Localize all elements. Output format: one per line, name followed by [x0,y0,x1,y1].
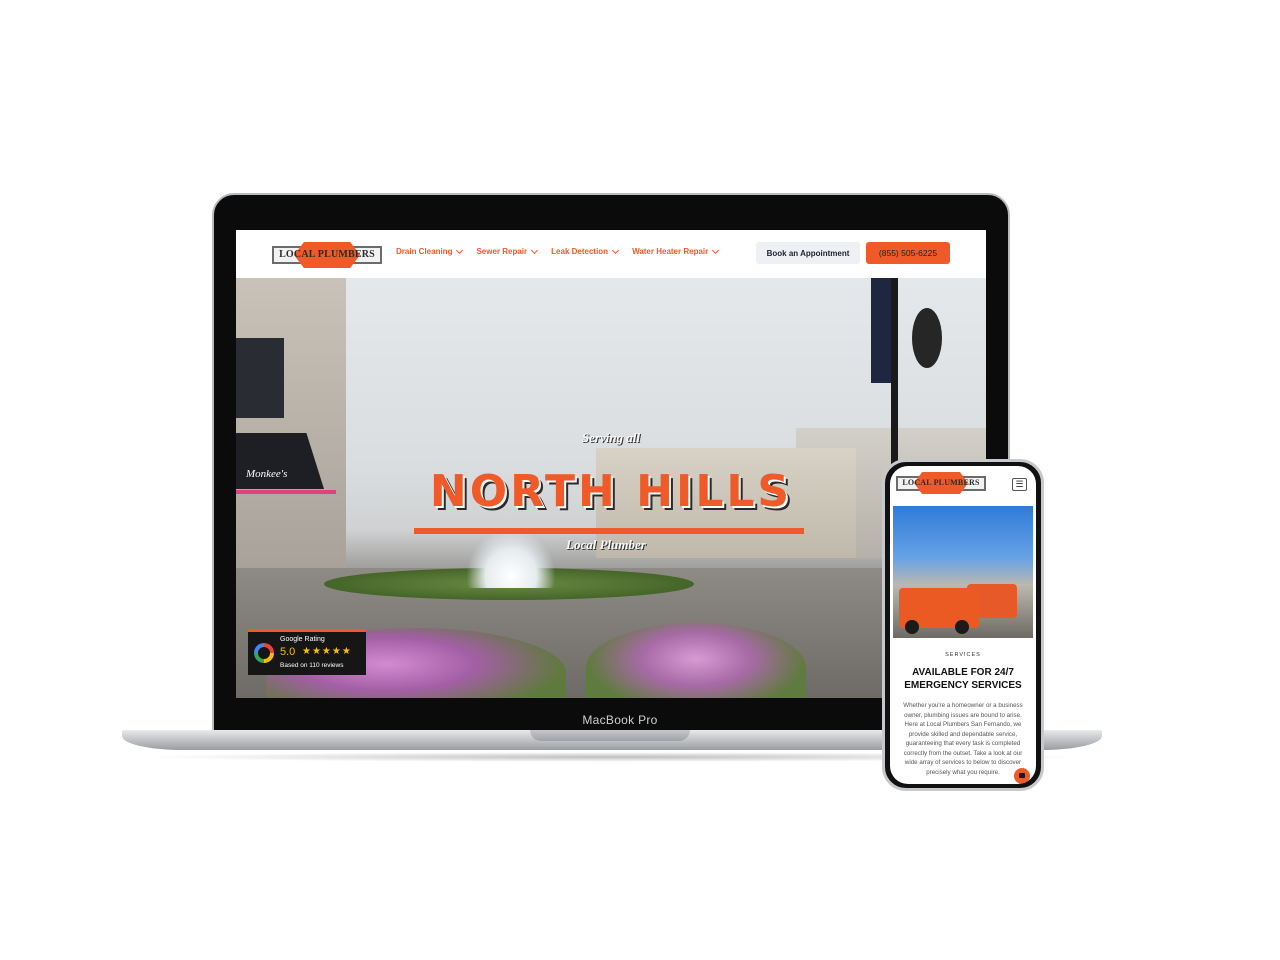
service-photo [893,506,1033,638]
section-body: Whether you're a homeowner or a business… [903,702,1023,776]
building-left [236,278,346,578]
truck-wheel [955,620,969,634]
logo-text: LOCAL PLUMBERS [902,478,980,487]
heading-line-2: EMERGENCY SERVICES [904,680,1022,691]
nav-drain-cleaning[interactable]: Drain Cleaning [396,246,464,256]
rating-count: Based on 110 reviews [280,662,344,669]
laptop-screen: LOCAL PLUMBERS Drain Cleaning Sewer Repa… [236,230,986,698]
nav-label: Drain Cleaning [396,247,453,256]
phone-site-logo[interactable]: LOCAL PLUMBERS [896,472,986,494]
google-icon [254,643,274,663]
hanging-sign [912,308,942,368]
main-nav: Drain Cleaning Sewer Repair Leak Detecti… [396,246,720,256]
laptop-notch [530,730,690,741]
hero-underline [414,528,804,534]
rating-title: Google Rating [280,636,325,643]
chat-button[interactable] [1014,768,1030,784]
section-heading: AVAILABLE FOR 24/7 EMERGENCY SERVICES [890,666,1036,692]
chat-icon [1019,773,1025,778]
chevron-down-icon [531,246,539,254]
logo-text: LOCAL PLUMBERS [279,249,375,260]
nav-sewer-repair[interactable]: Sewer Repair [476,246,539,256]
phone-screen: LOCAL PLUMBERS ☰ SERVICES AVAILABLE FOR … [890,466,1036,784]
truck-wheel [905,620,919,634]
hamburger-menu-icon[interactable]: ☰ [1012,478,1027,491]
nav-label: Water Heater Repair [632,247,709,256]
heading-line-1: AVAILABLE FOR 24/7 [912,667,1014,678]
rating-score: 5.0 [280,646,296,658]
nav-label: Sewer Repair [476,247,528,256]
site-header: LOCAL PLUMBERS Drain Cleaning Sewer Repa… [236,230,986,278]
chevron-down-icon [712,246,720,254]
section-eyebrow: SERVICES [945,652,981,658]
nav-leak-detection[interactable]: Leak Detection [551,246,620,256]
hero: Monkee's Serving all NORTH HILLS Local P… [236,278,986,698]
nav-water-heater-repair[interactable]: Water Heater Repair [632,246,720,256]
google-rating-badge[interactable]: Google Rating 5.0 ★★★★★ Based on 110 rev… [248,629,366,675]
site-logo[interactable]: LOCAL PLUMBERS [272,242,382,268]
star-rating-icon: ★★★★★ [302,646,352,657]
chevron-down-icon [612,246,620,254]
book-appointment-button[interactable]: Book an Appointment [756,242,860,264]
phone-button[interactable]: (855) 505-6225 [866,242,950,264]
hero-subtitle: Local Plumber [566,537,646,552]
chevron-down-icon [456,246,464,254]
device-label: MacBook Pro [582,713,658,727]
building-window [236,338,284,418]
nav-label: Leak Detection [551,247,609,256]
hero-eyebrow: Serving all [581,430,641,445]
fountain [466,528,556,588]
hero-title: NORTH HILLS [429,466,793,517]
